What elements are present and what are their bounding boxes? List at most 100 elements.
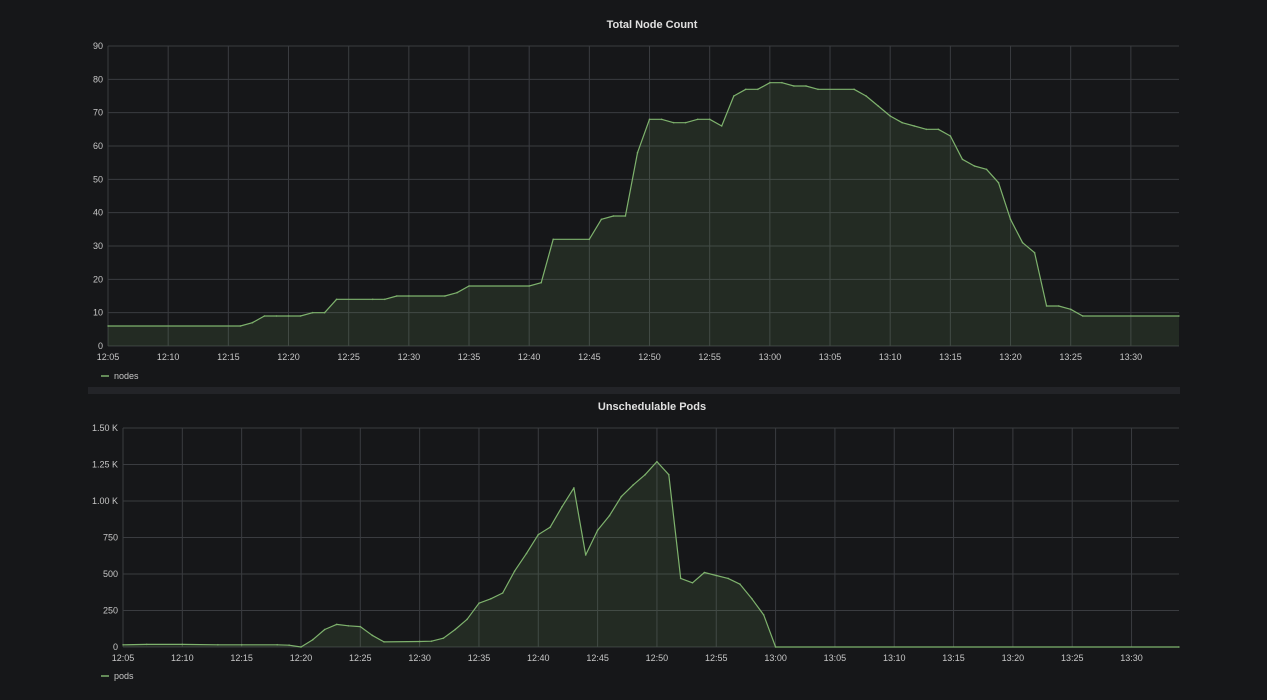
data-point (347, 624, 350, 627)
data-point (430, 640, 433, 643)
data-point (1178, 315, 1180, 317)
data-point (371, 298, 374, 301)
data-point (549, 526, 551, 529)
data-point (751, 597, 753, 600)
data-point (311, 311, 314, 314)
x-tick-label: 13:20 (1002, 653, 1025, 663)
panel-separator (88, 387, 1180, 394)
data-point (973, 165, 976, 167)
data-point (1081, 315, 1084, 317)
x-tick-label: 12:35 (468, 653, 491, 663)
y-tick-label: 30 (93, 241, 103, 251)
data-point (1178, 646, 1180, 648)
data-point (584, 554, 587, 556)
data-point (478, 602, 480, 605)
data-point (612, 215, 615, 217)
data-point (703, 571, 706, 574)
y-tick-label: 1.50 K (92, 423, 118, 433)
data-point (985, 168, 988, 171)
x-tick-label: 12:30 (408, 653, 431, 663)
data-point (679, 577, 682, 580)
data-point (774, 646, 777, 648)
data-point (466, 618, 468, 621)
x-tick-label: 12:35 (458, 352, 481, 362)
data-point (708, 118, 711, 121)
data-point (588, 238, 591, 241)
data-point (217, 643, 219, 646)
legend-label[interactable]: nodes (114, 371, 139, 381)
data-point (181, 643, 184, 646)
data-point (444, 295, 446, 297)
y-tick-label: 1.25 K (92, 460, 118, 470)
data-point (889, 115, 892, 117)
y-tick-label: 250 (103, 606, 118, 616)
y-tick-label: 20 (93, 274, 103, 284)
data-point (442, 637, 445, 640)
data-point (720, 125, 723, 127)
data-point (949, 135, 952, 137)
data-point (901, 121, 904, 124)
x-tick-label: 13:05 (824, 653, 847, 663)
data-point (371, 634, 374, 637)
x-tick-label: 12:20 (277, 352, 300, 362)
data-point (937, 128, 940, 131)
data-point (648, 118, 651, 121)
x-tick-label: 13:15 (942, 653, 965, 663)
data-point (552, 238, 555, 241)
x-tick-label: 12:45 (586, 653, 609, 663)
data-point (145, 643, 148, 646)
data-point (263, 315, 266, 317)
y-tick-label: 70 (93, 108, 103, 118)
x-tick-label: 12:25 (349, 653, 372, 663)
legend-label[interactable]: pods (114, 671, 134, 681)
data-point (359, 625, 362, 628)
data-point (1021, 241, 1024, 244)
x-tick-label: 13:10 (883, 653, 906, 663)
x-tick-label: 13:00 (764, 653, 787, 663)
data-point (468, 285, 470, 287)
y-tick-label: 50 (93, 174, 103, 184)
data-point (853, 88, 855, 91)
x-tick-label: 12:30 (398, 352, 421, 362)
y-tick-label: 10 (93, 308, 103, 318)
data-point (395, 295, 398, 297)
x-tick-label: 12:05 (97, 352, 120, 362)
data-point (781, 81, 783, 84)
data-point (107, 325, 109, 327)
x-tick-label: 13:00 (759, 352, 782, 362)
data-point (684, 121, 687, 124)
x-tick-label: 12:55 (698, 352, 721, 362)
data-point (239, 325, 242, 327)
data-point (817, 88, 819, 91)
data-point (561, 505, 563, 508)
data-point (528, 285, 531, 287)
data-point (620, 495, 623, 498)
data-point (913, 125, 916, 127)
data-point (756, 88, 759, 91)
x-tick-label: 12:50 (638, 352, 661, 362)
x-tick-label: 12:10 (157, 352, 180, 362)
data-point (323, 311, 326, 314)
x-tick-label: 12:55 (705, 653, 728, 663)
data-point (418, 640, 421, 643)
data-point (744, 88, 747, 91)
x-tick-label: 13:20 (999, 352, 1022, 362)
x-tick-label: 12:25 (337, 352, 360, 362)
data-point (805, 85, 807, 87)
data-point (925, 128, 928, 131)
data-point (288, 644, 290, 647)
data-point (1069, 308, 1072, 311)
x-tick-label: 12:05 (112, 653, 135, 663)
data-point (251, 321, 254, 324)
x-tick-label: 12:15 (230, 653, 253, 663)
x-tick-label: 12:40 (518, 352, 541, 362)
data-point (997, 181, 1000, 184)
data-point (865, 95, 867, 97)
data-point (608, 514, 611, 517)
x-tick-label: 12:20 (290, 653, 313, 663)
data-point (656, 460, 658, 463)
y-tick-label: 1.00 K (92, 496, 118, 506)
data-point (525, 552, 528, 555)
chart-title: Total Node Count (607, 19, 698, 31)
data-point (727, 577, 729, 580)
